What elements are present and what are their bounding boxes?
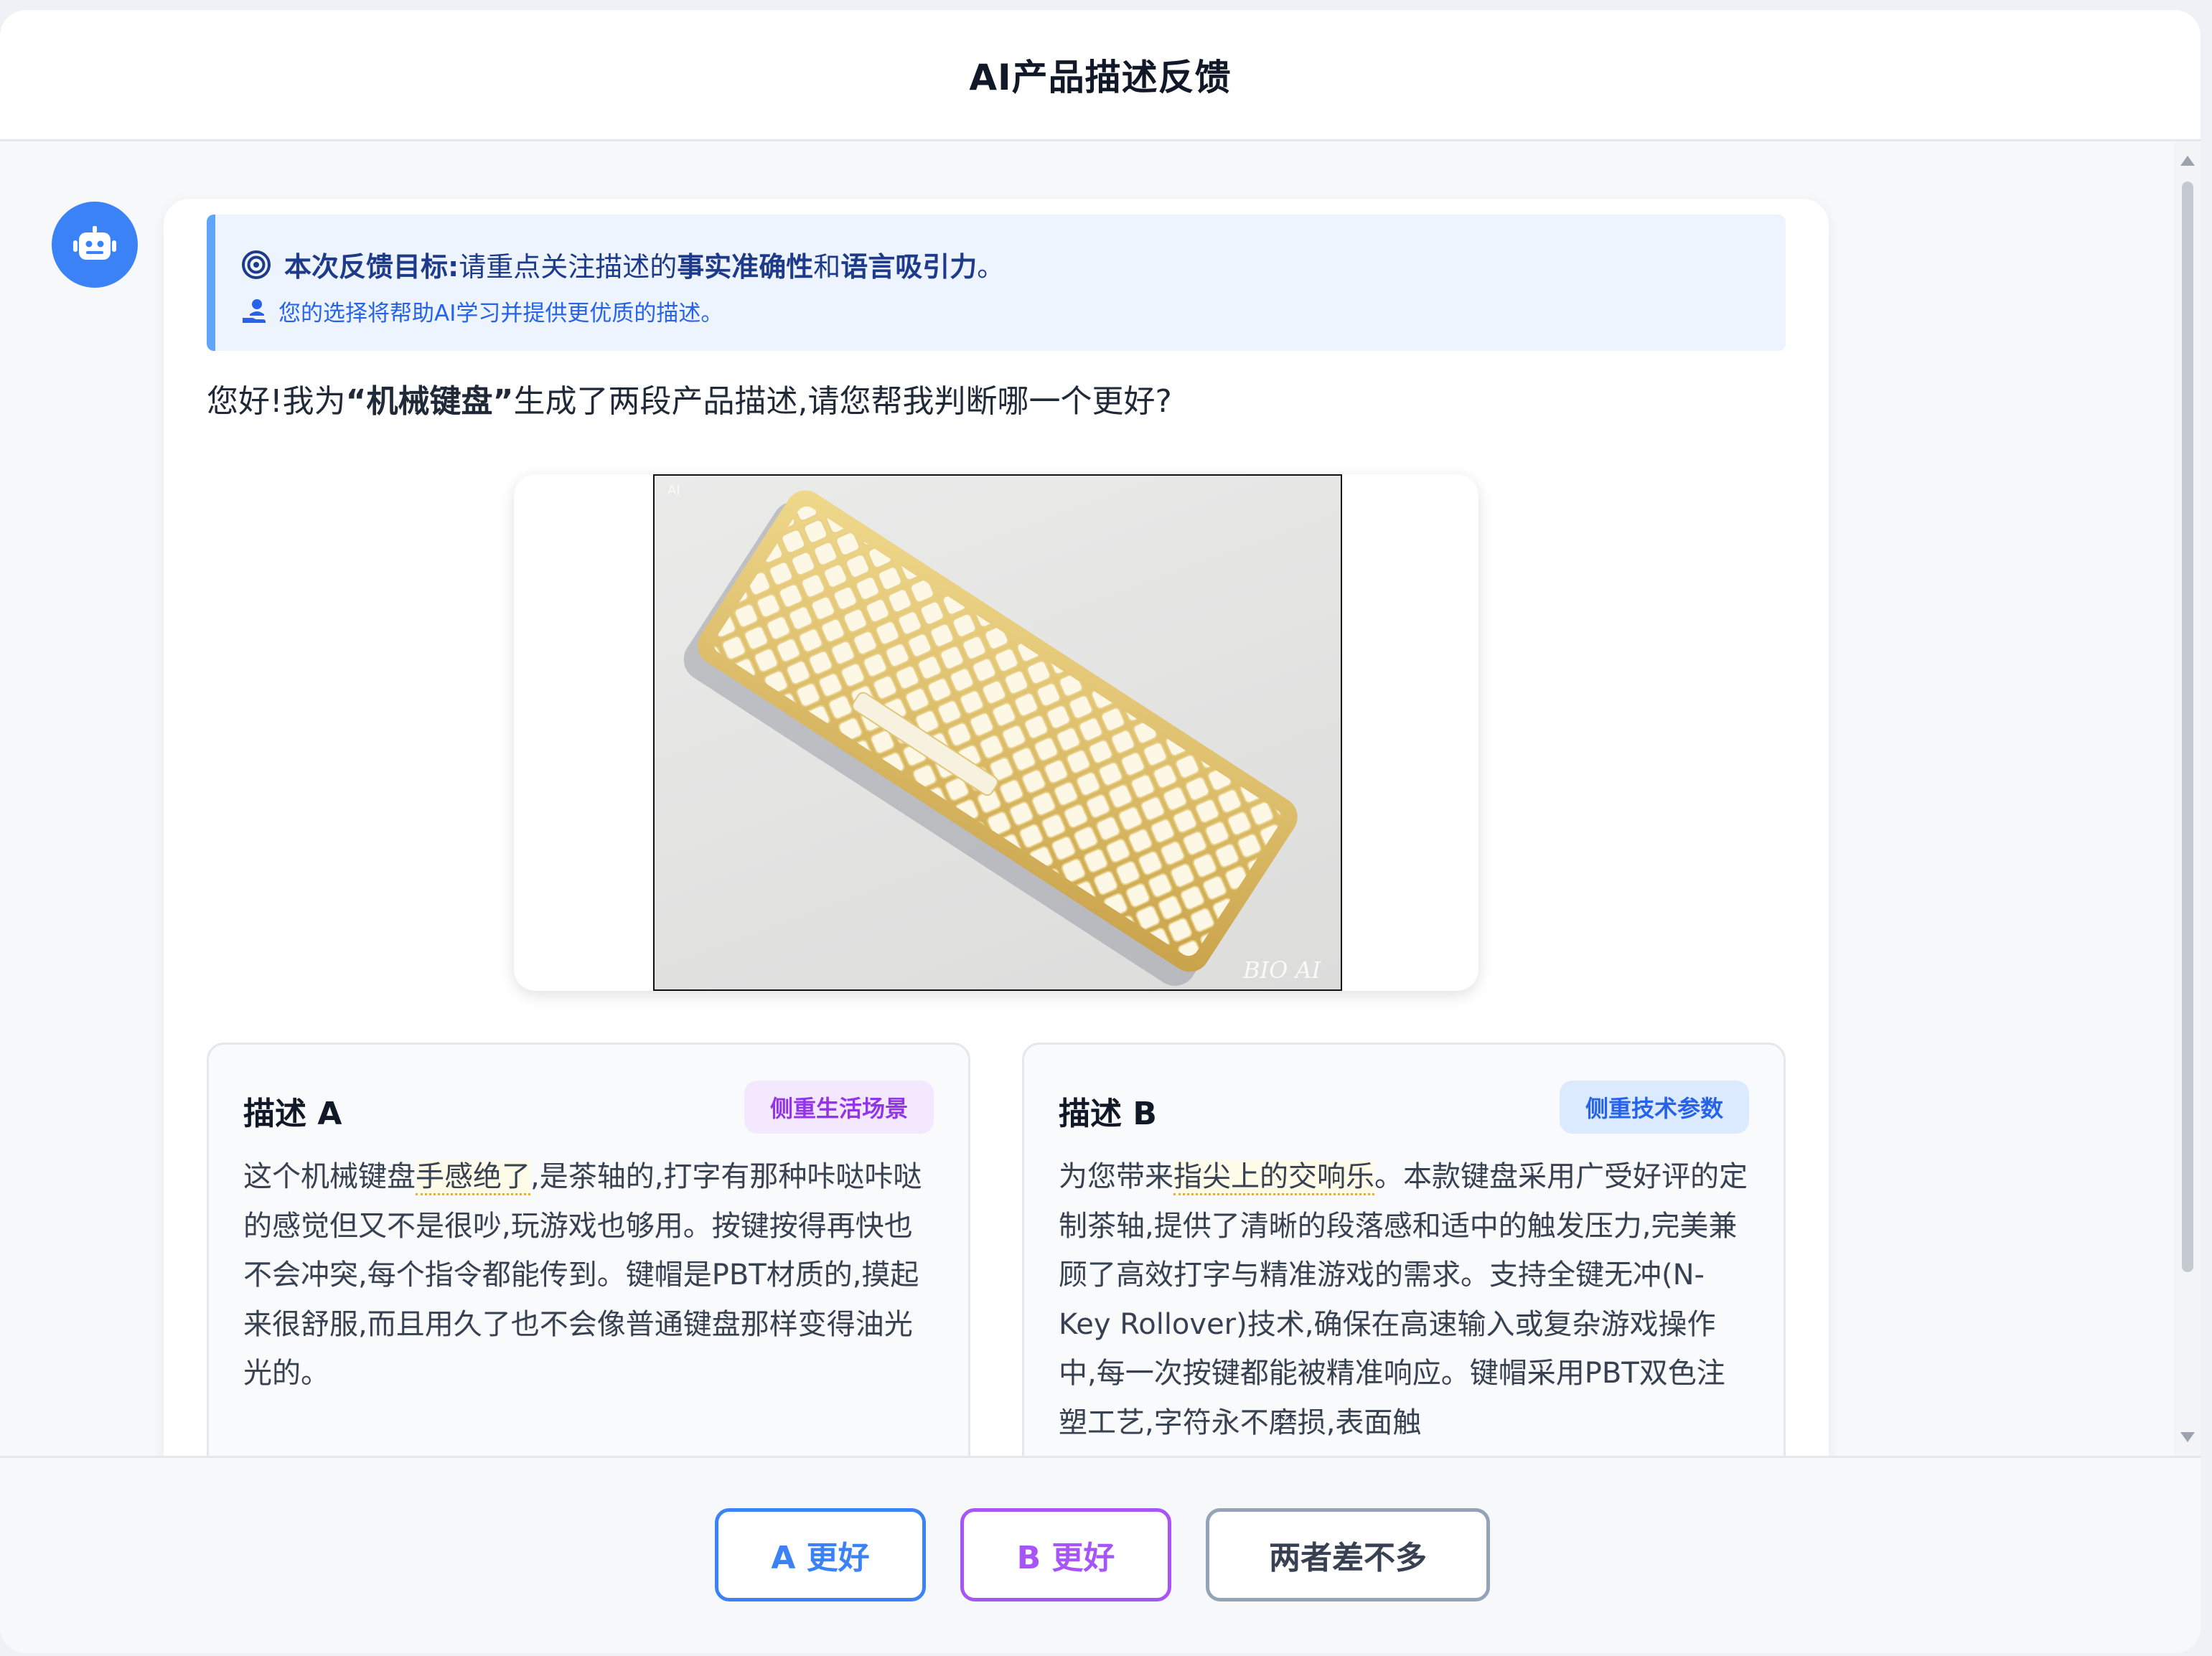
- goal-label: 本次反馈目标:: [284, 251, 459, 283]
- image-watermark-small: AI: [667, 483, 680, 498]
- scroll-down-arrow[interactable]: [2180, 1432, 2195, 1442]
- intro-message: 您好!我为“机械键盘”生成了两段产品描述,请您帮我判断哪一个更好?: [207, 375, 1172, 421]
- b-better-button[interactable]: B 更好: [960, 1508, 1171, 1601]
- description-b-card[interactable]: 描述 B 侧重技术参数 为您带来指尖上的交响乐。本款键盘采用广受好评的定制茶轴,…: [1022, 1043, 1786, 1458]
- goal-line: 本次反馈目标: 请重点关注描述的 事实准确性 和 语言吸引力 。: [241, 245, 1004, 284]
- similar-button[interactable]: 两者差不多: [1206, 1508, 1490, 1601]
- description-a-card[interactable]: 描述 A 侧重生活场景 这个机械键盘手感绝了,是茶轴的,打字有那种咔哒咔哒的感觉…: [207, 1043, 970, 1458]
- page-title: AI产品描述反馈: [969, 57, 1232, 98]
- description-a-body: ,是茶轴的,打字有那种咔哒咔哒的感觉但又不是很吵,玩游戏也够用。按键按得再快也不…: [243, 1160, 922, 1390]
- intro-before: 您好!我为: [207, 383, 346, 420]
- goal-conjunction: 和: [813, 251, 841, 283]
- action-bar: A 更好 B 更好 两者差不多: [0, 1456, 2201, 1653]
- goal-focus-accuracy: 事实准确性: [677, 251, 814, 283]
- description-b-highlight: 指尖上的交响乐: [1173, 1160, 1374, 1195]
- description-a-badge: 侧重生活场景: [744, 1081, 934, 1134]
- scrollbar[interactable]: [2175, 141, 2201, 1458]
- bot-avatar: [52, 202, 138, 288]
- robot-icon: [73, 226, 116, 260]
- app-window: AI产品描述反馈 本次反馈目标: 请重点关注描述的 事实准确性 和 语言吸引力 …: [0, 10, 2201, 1653]
- keyboard-image: AI BIO AI: [667, 483, 1322, 986]
- goal-prefix: 请重点关注描述的: [459, 251, 678, 283]
- goal-focus-appeal: 语言吸引力: [840, 251, 978, 283]
- header: AI产品描述反馈: [0, 10, 2201, 141]
- description-b-badge: 侧重技术参数: [1559, 1081, 1749, 1134]
- description-b-title: 描述 B: [1059, 1096, 1157, 1132]
- goal-note: 您的选择将帮助AI学习并提供更优质的描述。: [278, 301, 723, 326]
- description-a-text: 这个机械键盘手感绝了,是茶轴的,打字有那种咔哒咔哒的感觉但又不是很吵,玩游戏也够…: [243, 1152, 937, 1398]
- product-image-card: AI BIO AI: [514, 474, 1478, 991]
- description-a-title: 描述 A: [243, 1096, 342, 1132]
- chat-area[interactable]: 本次反馈目标: 请重点关注描述的 事实准确性 和 语言吸引力 。 您的选择将帮助…: [0, 141, 2201, 1458]
- intro-product: “机械键盘”: [345, 383, 514, 420]
- description-b-pre: 为您带来: [1059, 1160, 1173, 1193]
- a-better-button[interactable]: A 更好: [715, 1508, 926, 1601]
- message-card: 本次反馈目标: 请重点关注描述的 事实准确性 和 语言吸引力 。 您的选择将帮助…: [164, 199, 1829, 1458]
- scroll-up-arrow[interactable]: [2180, 156, 2195, 166]
- goal-end: 。: [977, 251, 1005, 283]
- target-icon: [242, 250, 271, 279]
- feedback-goal-box: 本次反馈目标: 请重点关注描述的 事实准确性 和 语言吸引力 。 您的选择将帮助…: [207, 215, 1786, 351]
- description-a-highlight: 手感绝了: [416, 1160, 530, 1195]
- product-image: AI BIO AI: [653, 474, 1342, 991]
- hand-user-icon: [243, 298, 266, 323]
- description-b-body: 。本款键盘采用广受好评的定制茶轴,提供了清晰的段落感和适中的触发压力,完美兼顾了…: [1059, 1160, 1748, 1439]
- scroll-thumb[interactable]: [2182, 182, 2193, 1272]
- description-b-text: 为您带来指尖上的交响乐。本款键盘采用广受好评的定制茶轴,提供了清晰的段落感和适中…: [1059, 1152, 1752, 1447]
- intro-after: 生成了两段产品描述,请您帮我判断哪一个更好?: [513, 383, 1172, 420]
- goal-note-line: 您的选择将帮助AI学习并提供更优质的描述。: [241, 295, 723, 327]
- description-a-pre: 这个机械键盘: [243, 1160, 416, 1193]
- image-watermark: BIO AI: [1242, 956, 1322, 984]
